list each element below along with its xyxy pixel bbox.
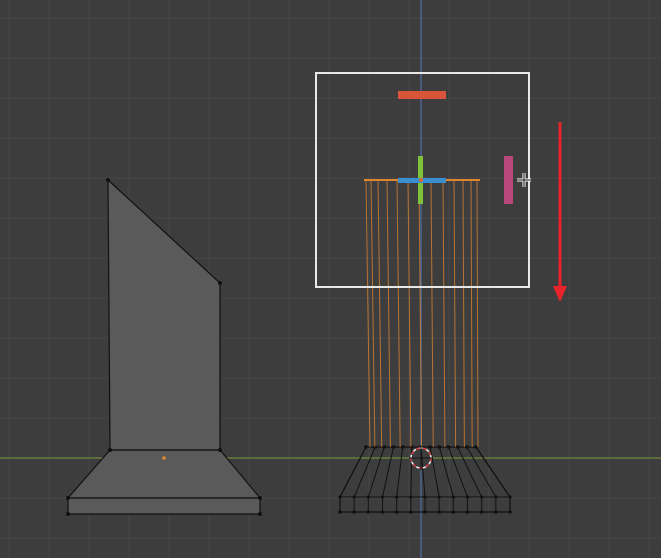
base-edge — [382, 446, 394, 498]
base-vertex — [423, 510, 427, 514]
pedestal-vertex — [106, 178, 110, 182]
base-vertex — [352, 510, 356, 514]
column-edge — [370, 179, 376, 448]
pedestal-vertex — [258, 496, 262, 500]
base-edge — [457, 446, 483, 498]
base-vertex — [364, 445, 368, 449]
base-vertex — [474, 445, 478, 449]
column-edge — [453, 179, 457, 448]
base-edge — [353, 446, 376, 498]
cylinder-column-edges — [365, 179, 479, 448]
base-vertex — [437, 510, 441, 514]
pedestal-column-face — [107, 178, 221, 451]
base-vertex — [494, 495, 498, 499]
base-vertex — [455, 445, 460, 449]
base-vertex — [338, 495, 342, 499]
base-vertex — [465, 445, 469, 449]
base-vertex — [352, 495, 356, 499]
base-vertex — [479, 510, 484, 514]
pedestal-base-front — [67, 497, 261, 515]
column-edge — [377, 179, 383, 448]
base-edge — [429, 446, 440, 498]
pedestal-vertex — [108, 448, 112, 452]
base-vertex — [409, 510, 413, 514]
base-vertex — [465, 510, 470, 514]
base-vertex — [446, 445, 451, 449]
move-gizmo[interactable] — [315, 72, 530, 288]
column-edge — [442, 179, 446, 448]
base-vertex — [395, 495, 399, 499]
base-vertex — [508, 510, 512, 514]
base-edge — [410, 446, 413, 498]
pedestal-vertex — [218, 448, 222, 452]
base-vertex — [366, 495, 370, 499]
pedestal-vertex — [66, 512, 70, 516]
slanted-pedestal-object[interactable] — [66, 178, 262, 516]
column-edge — [396, 179, 401, 448]
arrow-down-icon — [553, 122, 567, 302]
x-plane-handle[interactable] — [398, 91, 446, 99]
base-vertex — [366, 510, 371, 514]
base-vertex — [451, 510, 456, 514]
3d-viewport[interactable] — [0, 0, 661, 558]
column-edge — [386, 179, 391, 448]
column-edge — [462, 179, 465, 448]
base-vertex — [437, 445, 442, 449]
base-vertex — [380, 510, 385, 514]
base-edge — [396, 446, 404, 498]
cylinder-base-wireframe — [338, 445, 512, 514]
base-vertex — [428, 445, 432, 449]
cylinder-pedestal-object[interactable] — [338, 179, 512, 514]
base-vertex — [423, 495, 427, 499]
column-edge — [476, 179, 479, 448]
base-edge — [367, 446, 385, 498]
base-vertex — [382, 445, 387, 449]
pedestal-vertex — [258, 512, 262, 516]
viewport-canvas[interactable] — [0, 0, 661, 558]
base-vertex — [391, 445, 396, 449]
base-vertex — [480, 495, 484, 499]
column-edge — [430, 179, 434, 448]
base-vertex — [451, 495, 455, 499]
base-vertex — [409, 495, 413, 499]
base-vertex — [338, 510, 342, 514]
pedestal-vertex — [66, 496, 70, 500]
base-vertex — [380, 495, 385, 499]
view-handle[interactable] — [504, 156, 513, 204]
base-vertex — [400, 445, 405, 449]
base-vertex — [465, 495, 470, 499]
pedestal-origin-dot — [162, 456, 166, 460]
base-vertex — [494, 510, 498, 514]
column-edge — [470, 179, 473, 448]
3d-cursor-icon[interactable] — [409, 446, 433, 470]
base-vertex — [437, 495, 441, 499]
base-vertex — [508, 495, 512, 499]
pedestal-vertex — [218, 281, 222, 285]
gizmo-center-dot — [419, 178, 423, 182]
base-edge — [339, 446, 367, 498]
base-vertex — [394, 510, 399, 514]
